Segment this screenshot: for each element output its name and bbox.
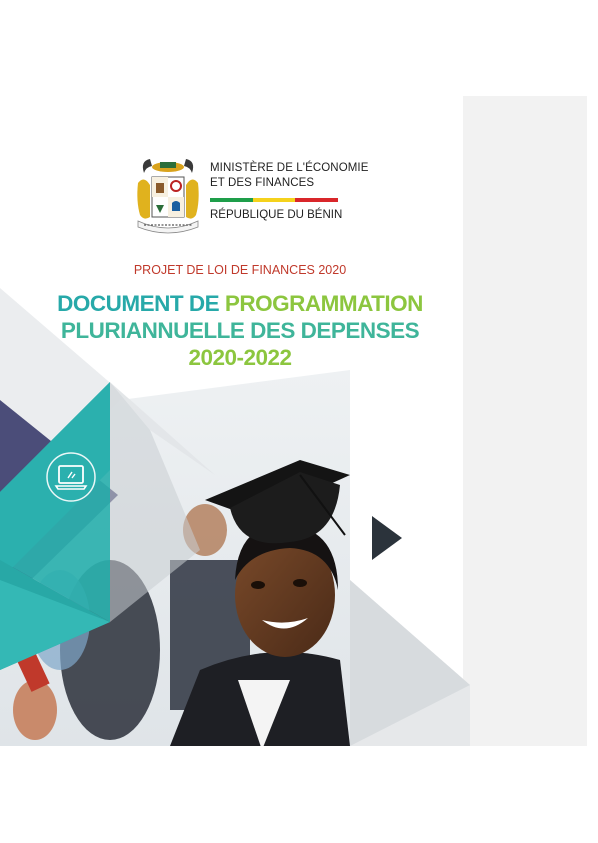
ministry-line-2: ET DES FINANCES bbox=[210, 177, 315, 189]
laptop-icon bbox=[46, 452, 96, 502]
coat-of-arms-icon bbox=[137, 159, 199, 234]
title-line-1: DOCUMENT DE PROGRAMMATION bbox=[0, 290, 480, 317]
republic-name: RÉPUBLIQUE DU BÉNIN bbox=[210, 209, 343, 221]
title-line-1-part-2: PROGRAMMATION bbox=[224, 291, 424, 316]
title-line-2: PLURIANNUELLE DES DEPENSES bbox=[60, 318, 420, 343]
play-arrow-icon bbox=[372, 516, 402, 560]
title-line-3: 2020-2022 bbox=[188, 345, 292, 370]
stripe-yellow bbox=[252, 198, 296, 202]
stripe-green bbox=[210, 198, 253, 202]
cover-page: MINISTÈRE DE L'ÉCONOMIE ET DES FINANCES … bbox=[0, 0, 598, 843]
document-subtitle: PROJET DE LOI DE FINANCES 2020 bbox=[133, 263, 347, 277]
header: MINISTÈRE DE L'ÉCONOMIE ET DES FINANCES … bbox=[136, 150, 396, 240]
title-line-1-part-1: DOCUMENT DE bbox=[57, 291, 225, 316]
side-panel bbox=[463, 96, 587, 746]
stripe-red bbox=[295, 198, 339, 202]
laptop-icon-badge bbox=[44, 450, 98, 504]
document-title: DOCUMENT DE PROGRAMMATION PLURIANNUELLE … bbox=[0, 290, 480, 371]
ministry-name: MINISTÈRE DE L'ÉCONOMIE ET DES FINANCES bbox=[210, 161, 369, 191]
flag-stripe bbox=[210, 198, 339, 202]
ministry-line-1: MINISTÈRE DE L'ÉCONOMIE bbox=[210, 162, 369, 174]
